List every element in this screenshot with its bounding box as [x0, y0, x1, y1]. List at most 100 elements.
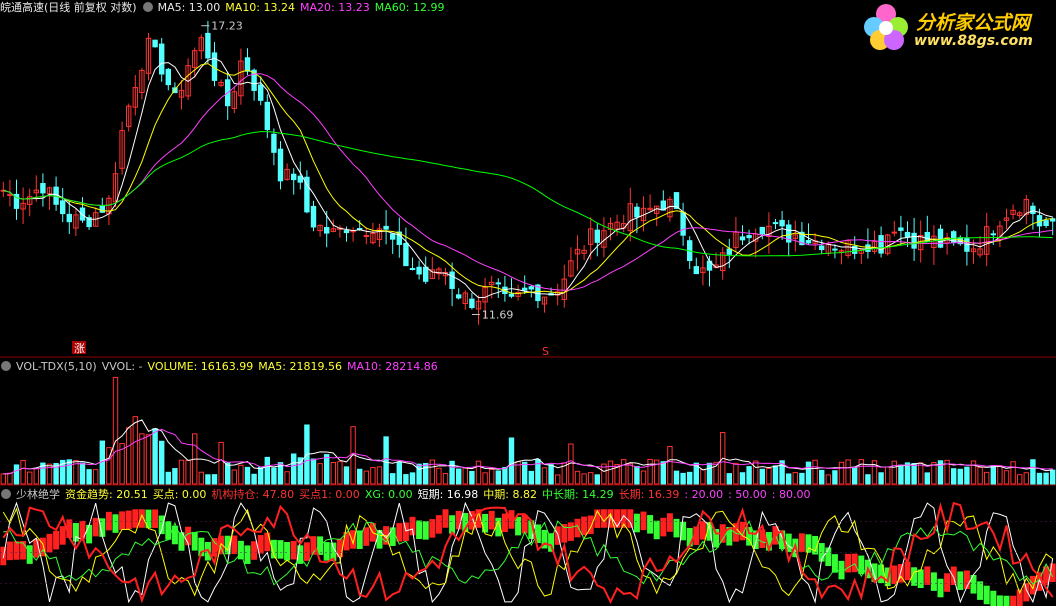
candle-body [746, 235, 752, 239]
volume-bar [429, 459, 436, 485]
volume-bar [878, 472, 884, 485]
volume-bar [93, 469, 99, 485]
volume-bar [865, 474, 871, 485]
ma5-label: MA5: 13.00 [157, 1, 221, 14]
logo: 分析家公式网 www.88gs.com [858, 2, 1054, 52]
volume-bar [726, 473, 732, 485]
trend-bar [924, 566, 931, 585]
volume-bar [574, 470, 581, 485]
candle-body [383, 225, 389, 230]
zhang-mark: 涨 [74, 342, 85, 355]
volume-bar [297, 457, 304, 485]
volume-bar [139, 433, 145, 485]
settings-circle-icon[interactable] [142, 2, 153, 12]
volume-bar [753, 460, 759, 485]
volume-bar [343, 466, 350, 485]
trend-bar [944, 573, 951, 592]
trend-bar [983, 585, 990, 605]
volume-bar [218, 441, 224, 485]
trend-bar [237, 540, 244, 560]
trend-bar [1010, 595, 1017, 606]
stock-title: 皖通高速(日线 前复权 对数) [0, 1, 137, 14]
settings-circle-icon[interactable] [1, 361, 11, 371]
volume-bar [957, 468, 963, 485]
trend-bar [950, 566, 957, 586]
trend-bar [660, 517, 667, 537]
logo-text-url: www.88gs.com [914, 33, 1033, 49]
volume-bar [416, 463, 422, 485]
trend-bar [86, 524, 93, 544]
ma20-label: MA20: 13.23 [300, 1, 370, 14]
volume-bar [284, 471, 290, 485]
trend-bar [482, 513, 489, 533]
trend-bar [561, 524, 568, 543]
volume-bar [541, 467, 548, 485]
volume-bar [112, 376, 119, 485]
volume-header: VOL-TDX(5,10) VVOL: - VOLUME: 16163.99 MA5:… [0, 360, 443, 374]
volume-bar [819, 469, 825, 485]
trend-bar [363, 527, 370, 546]
trend-bar [303, 542, 310, 561]
ma20-line [3, 73, 1053, 291]
volume-bar [687, 471, 693, 485]
volume-bar [165, 471, 172, 485]
volume-bar [924, 472, 930, 485]
trend-bar [251, 541, 258, 560]
volume-bar [891, 460, 897, 485]
trend-bar [435, 515, 442, 534]
trend-bar [244, 545, 251, 564]
volume-bar [640, 470, 647, 485]
candle-body [805, 239, 812, 244]
candle-body [779, 219, 785, 227]
volume-bar [845, 459, 851, 485]
candle-body [60, 200, 66, 215]
level-80-label: : 80.00 [771, 488, 811, 501]
volume-bar [449, 460, 455, 485]
volume-bar [1030, 459, 1036, 485]
volume-bar [588, 472, 594, 485]
volume-bar [673, 470, 680, 485]
trend-bar [488, 510, 495, 530]
volume-bar [211, 474, 218, 485]
ma60-label: MA60: 12.99 [374, 1, 445, 14]
volume-bar [766, 467, 772, 485]
volume-bar [442, 472, 449, 485]
candle-body [99, 205, 105, 213]
candle-body [726, 248, 732, 255]
candle-body [363, 234, 370, 237]
candle-body [152, 39, 158, 48]
level-50-label: : 50.00 [728, 488, 767, 501]
volume-bar [898, 464, 904, 485]
trend-bar [323, 542, 330, 561]
candle-body [449, 271, 455, 289]
candle-body [865, 244, 871, 252]
ma10-label: MA10: 13.24 [225, 1, 296, 14]
candle-body [271, 133, 277, 153]
volume-bar [607, 460, 614, 485]
ma5-line [3, 57, 1053, 299]
trend-bar [633, 513, 640, 533]
dq-label: 短期: 16.98 [417, 488, 479, 501]
candle-body [469, 298, 475, 309]
trend-bar [1003, 595, 1010, 606]
trend-bar [977, 581, 984, 600]
candle-body [522, 287, 528, 291]
logo-text-cn: 分析家公式网 [916, 12, 1031, 34]
volume-bar [786, 473, 792, 485]
volume-bar [508, 437, 515, 485]
candle-body [423, 266, 429, 282]
volume-bar [126, 427, 132, 485]
volume-bar [403, 474, 409, 485]
candle-body [205, 32, 211, 59]
jgcc-label: 机构持仓: 47.80 [211, 488, 295, 501]
volume-bar [185, 459, 191, 485]
volume-bar [634, 466, 640, 485]
trend-bar [264, 532, 271, 552]
volume-bar [475, 460, 482, 485]
volume-bar [436, 467, 442, 485]
volume-bar [812, 459, 818, 485]
candle-body [594, 229, 600, 243]
settings-circle-icon[interactable] [1, 489, 11, 499]
trend-bar [132, 509, 139, 528]
candle-body [291, 173, 297, 181]
